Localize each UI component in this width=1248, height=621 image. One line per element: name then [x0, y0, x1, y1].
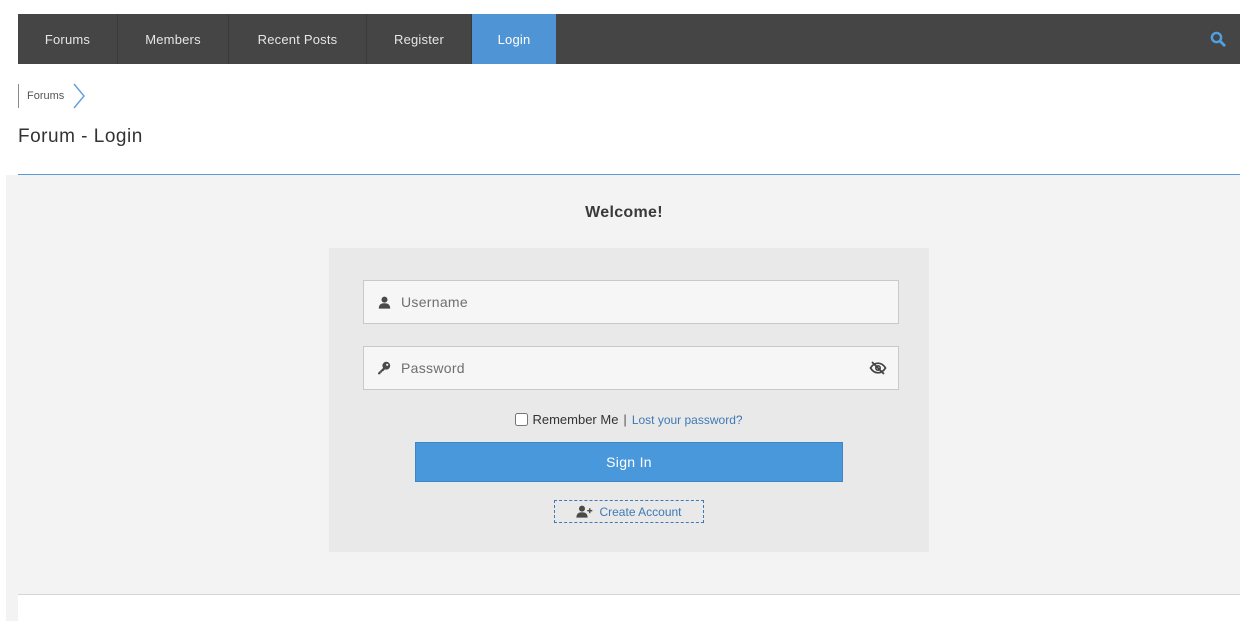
- user-plus-icon: [576, 505, 593, 518]
- breadcrumb-item-forums[interactable]: Forums: [27, 90, 64, 102]
- nav-item-members[interactable]: Members: [118, 14, 229, 64]
- nav-item-login[interactable]: Login: [472, 14, 556, 64]
- password-input[interactable]: [401, 347, 858, 389]
- page: Forums Members Recent Posts Register Log…: [0, 0, 1248, 621]
- lost-password-link[interactable]: Lost your password?: [632, 413, 743, 427]
- username-input[interactable]: [401, 281, 898, 323]
- top-navigation: Forums Members Recent Posts Register Log…: [18, 14, 1240, 64]
- eye-slash-icon[interactable]: [858, 347, 898, 389]
- create-account-button[interactable]: Create Account: [554, 500, 704, 523]
- user-icon: [376, 296, 392, 309]
- separator: |: [623, 412, 627, 427]
- chevron-right-icon: [72, 83, 86, 109]
- welcome-heading: Welcome!: [585, 204, 663, 221]
- nav-item-forums[interactable]: Forums: [18, 14, 118, 64]
- nav-item-recent-posts[interactable]: Recent Posts: [229, 14, 367, 64]
- nav-item-register[interactable]: Register: [367, 14, 472, 64]
- password-field: [363, 346, 899, 390]
- remember-row: Remember Me | Lost your password?: [329, 412, 929, 427]
- create-account-label: Create Account: [599, 504, 682, 519]
- login-form: Remember Me | Lost your password? Sign I…: [329, 248, 929, 552]
- remember-me-label[interactable]: Remember Me: [532, 412, 618, 427]
- remember-me-checkbox[interactable]: [515, 413, 529, 426]
- key-icon: [376, 361, 392, 375]
- breadcrumb: Forums: [18, 83, 86, 109]
- page-title: Forum - Login: [18, 126, 143, 147]
- footer-area: [18, 595, 1240, 621]
- username-field: [363, 280, 899, 324]
- search-button[interactable]: [1196, 14, 1240, 64]
- search-icon: [1210, 31, 1226, 47]
- sign-in-button[interactable]: Sign In: [415, 442, 843, 482]
